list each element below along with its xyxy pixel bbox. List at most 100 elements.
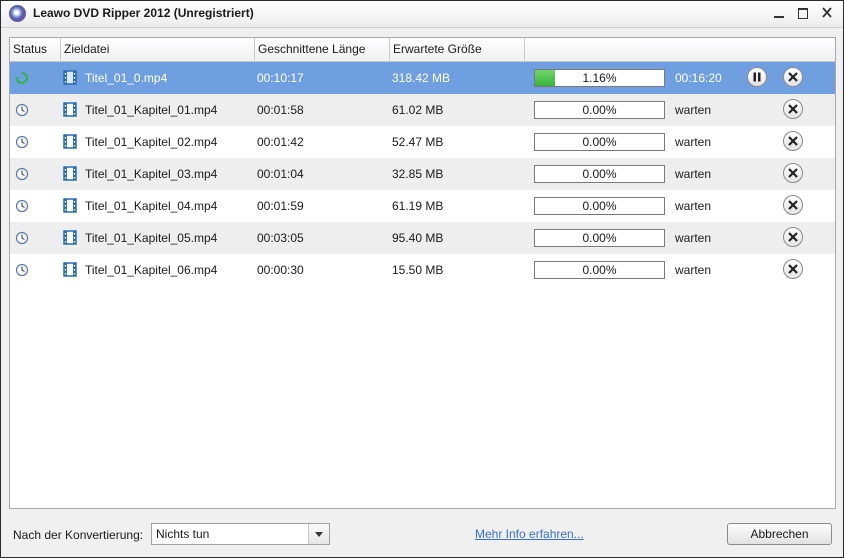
table-row[interactable]: Titel_01_Kapitel_06.mp4 00:00:30 15.50 MB 0… xyxy=(10,254,835,286)
converting-icon xyxy=(15,71,29,85)
cut-length: 00:01:58 xyxy=(257,103,304,117)
close-icon xyxy=(788,136,798,146)
target-file-name: Titel_01_Kapitel_03.mp4 xyxy=(85,167,218,181)
film-icon xyxy=(63,70,77,85)
app-disc-icon xyxy=(9,5,26,22)
remove-task-button[interactable] xyxy=(783,195,803,215)
clock-icon xyxy=(15,231,29,245)
status-text: warten xyxy=(675,103,712,117)
progress-bar: 0.00% xyxy=(534,197,665,215)
column-header-progress[interactable] xyxy=(525,38,835,61)
remove-task-button[interactable] xyxy=(783,99,803,119)
progress-percent: 0.00% xyxy=(582,167,617,181)
clock-icon xyxy=(15,263,29,277)
film-icon xyxy=(63,166,77,181)
status-text: 00:16:20 xyxy=(675,71,722,85)
minimize-icon xyxy=(774,16,784,18)
close-button[interactable] xyxy=(817,4,837,22)
expected-size: 61.02 MB xyxy=(392,103,444,117)
close-icon xyxy=(788,264,798,274)
cut-length: 00:01:42 xyxy=(257,135,304,149)
status-text: warten xyxy=(675,199,712,213)
maximize-icon xyxy=(798,8,808,19)
progress-percent: 0.00% xyxy=(582,103,617,117)
close-icon xyxy=(788,72,798,82)
cut-length: 00:03:05 xyxy=(257,231,304,245)
dropdown-button[interactable] xyxy=(308,524,329,544)
status-text: warten xyxy=(675,263,712,277)
window-title: Leawo DVD Ripper 2012 (Unregistriert) xyxy=(33,6,254,20)
progress-bar: 0.00% xyxy=(534,165,665,183)
table-row[interactable]: Titel_01_Kapitel_03.mp4 00:01:04 32.85 MB 0… xyxy=(10,158,835,190)
more-info-link[interactable]: Mehr Info erfahren... xyxy=(475,527,584,541)
app-window: Leawo DVD Ripper 2012 (Unregistriert) St… xyxy=(0,0,844,558)
conversion-list: Status Zieldatei Geschnittene Länge Erwa… xyxy=(9,37,836,509)
close-icon xyxy=(788,200,798,210)
column-header-target-file[interactable]: Zieldatei xyxy=(61,38,255,61)
target-file-name: Titel_01_Kapitel_02.mp4 xyxy=(85,135,218,149)
progress-percent: 1.16% xyxy=(582,71,617,85)
progress-bar: 0.00% xyxy=(534,229,665,247)
status-text: warten xyxy=(675,231,712,245)
pause-button[interactable] xyxy=(747,67,767,87)
table-row[interactable]: Titel_01_Kapitel_02.mp4 00:01:42 52.47 MB 0… xyxy=(10,126,835,158)
remove-task-button[interactable] xyxy=(783,163,803,183)
table-row[interactable]: Titel_01_Kapitel_04.mp4 00:01:59 61.19 MB 0… xyxy=(10,190,835,222)
status-text: warten xyxy=(675,135,712,149)
title-bar: Leawo DVD Ripper 2012 (Unregistriert) xyxy=(1,1,843,28)
table-row[interactable]: Titel_01_0.mp4 00:10:17 318.42 MB 1.16% 00:1… xyxy=(10,62,835,94)
close-icon xyxy=(788,168,798,178)
clock-icon xyxy=(15,103,29,117)
remove-task-button[interactable] xyxy=(783,67,803,87)
after-conversion-select[interactable]: Nichts tun xyxy=(151,523,330,545)
close-icon xyxy=(822,7,832,18)
film-icon xyxy=(63,262,77,277)
progress-percent: 0.00% xyxy=(582,199,617,213)
column-header-status[interactable]: Status xyxy=(10,38,61,61)
footer-bar: Nach der Konvertierung: Nichts tun Mehr … xyxy=(1,515,843,557)
cut-length: 00:01:59 xyxy=(257,199,304,213)
target-file-name: Titel_01_0.mp4 xyxy=(85,71,168,85)
column-header-expected-size[interactable]: Erwartete Größe xyxy=(390,38,525,61)
clock-icon xyxy=(15,199,29,213)
remove-task-button[interactable] xyxy=(783,227,803,247)
progress-bar: 0.00% xyxy=(534,101,665,119)
film-icon xyxy=(63,230,77,245)
clock-icon xyxy=(15,135,29,149)
progress-percent: 0.00% xyxy=(582,263,617,277)
clock-icon xyxy=(15,167,29,181)
remove-task-button[interactable] xyxy=(783,259,803,279)
expected-size: 95.40 MB xyxy=(392,231,444,245)
target-file-name: Titel_01_Kapitel_05.mp4 xyxy=(85,231,218,245)
table-row[interactable]: Titel_01_Kapitel_05.mp4 00:03:05 95.40 MB 0… xyxy=(10,222,835,254)
close-icon xyxy=(788,104,798,114)
status-text: warten xyxy=(675,167,712,181)
remove-task-button[interactable] xyxy=(783,131,803,151)
table-row[interactable]: Titel_01_Kapitel_01.mp4 00:01:58 61.02 MB 0… xyxy=(10,94,835,126)
cut-length: 00:01:04 xyxy=(257,167,304,181)
target-file-name: Titel_01_Kapitel_04.mp4 xyxy=(85,199,218,213)
column-header-cut-length[interactable]: Geschnittene Länge xyxy=(255,38,390,61)
close-icon xyxy=(788,232,798,242)
minimize-button[interactable] xyxy=(769,4,789,22)
progress-percent: 0.00% xyxy=(582,231,617,245)
chevron-down-icon xyxy=(315,532,323,537)
progress-percent: 0.00% xyxy=(582,135,617,149)
progress-bar: 0.00% xyxy=(534,261,665,279)
target-file-name: Titel_01_Kapitel_01.mp4 xyxy=(85,103,218,117)
progress-bar: 0.00% xyxy=(534,133,665,151)
film-icon xyxy=(63,198,77,213)
expected-size: 61.19 MB xyxy=(392,199,444,213)
pause-icon xyxy=(753,72,761,82)
film-icon xyxy=(63,134,77,149)
after-conversion-value: Nichts tun xyxy=(156,527,210,541)
cut-length: 00:00:30 xyxy=(257,263,304,277)
film-icon xyxy=(63,102,77,117)
list-header: Status Zieldatei Geschnittene Länge Erwa… xyxy=(10,38,835,62)
progress-bar: 1.16% xyxy=(534,69,665,87)
cut-length: 00:10:17 xyxy=(257,71,304,85)
expected-size: 32.85 MB xyxy=(392,167,444,181)
maximize-button[interactable] xyxy=(793,4,813,22)
cancel-button[interactable]: Abbrechen xyxy=(727,523,832,545)
after-conversion-label: Nach der Konvertierung: xyxy=(13,528,144,542)
